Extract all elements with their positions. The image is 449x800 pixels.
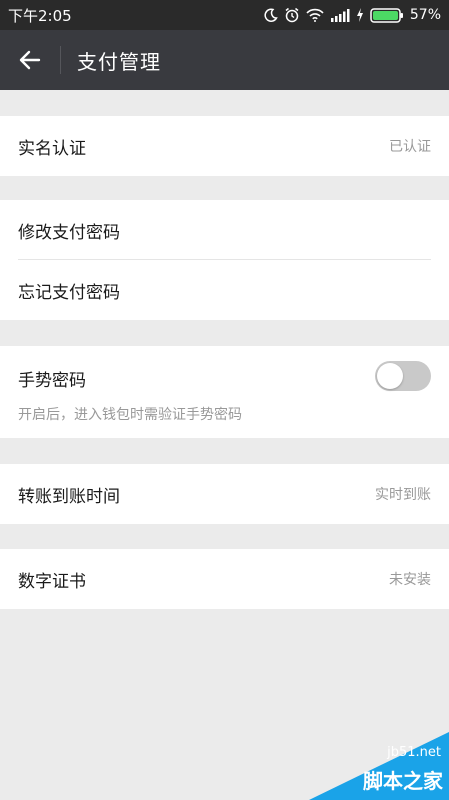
certificate-group: 数字证书 未安装 <box>0 549 449 609</box>
status-time: 下午2:05 <box>8 6 72 25</box>
transfer-value: 实时到账 <box>375 487 431 503</box>
certificate-value: 未安装 <box>389 572 431 588</box>
forgot-password-label: 忘记支付密码 <box>18 282 120 303</box>
watermark: jb51.net 脚本之家 <box>289 730 449 800</box>
transfer-time-item[interactable]: 转账到账时间 实时到账 <box>0 464 449 524</box>
identity-verification-item[interactable]: 实名认证 已认证 <box>0 116 449 176</box>
gesture-password-item: 手势密码 开启后，进入钱包时需验证手势密码 <box>0 346 449 438</box>
toggle-knob <box>377 363 403 389</box>
battery-percent: 57% <box>409 7 441 23</box>
wifi-icon <box>306 8 324 22</box>
gesture-group: 手势密码 开启后，进入钱包时需验证手势密码 <box>0 346 449 438</box>
watermark-name: 脚本之家 <box>363 769 443 793</box>
identity-status: 已认证 <box>389 139 431 155</box>
identity-label: 实名认证 <box>18 138 86 159</box>
modify-password-item[interactable]: 修改支付密码 <box>0 200 449 260</box>
arrow-left-icon <box>19 50 41 70</box>
gesture-label: 手势密码 <box>18 371 86 391</box>
gesture-toggle[interactable] <box>375 361 431 391</box>
moon-icon <box>264 8 278 22</box>
toolbar-divider <box>60 46 61 74</box>
password-group: 修改支付密码 忘记支付密码 <box>0 200 449 320</box>
status-icons: 57% <box>264 7 441 23</box>
battery-icon <box>370 7 403 23</box>
back-button[interactable] <box>0 30 60 90</box>
status-bar: 下午2:05 57% <box>0 0 449 30</box>
identity-group: 实名认证 已认证 <box>0 116 449 176</box>
toolbar: 支付管理 <box>0 30 449 90</box>
transfer-group: 转账到账时间 实时到账 <box>0 464 449 524</box>
transfer-label: 转账到账时间 <box>18 486 120 507</box>
page-title: 支付管理 <box>77 49 161 74</box>
modify-password-label: 修改支付密码 <box>18 222 120 243</box>
certificate-label: 数字证书 <box>18 571 86 592</box>
forgot-password-item[interactable]: 忘记支付密码 <box>0 260 449 320</box>
digital-certificate-item[interactable]: 数字证书 未安装 <box>0 549 449 609</box>
alarm-icon <box>285 7 299 23</box>
gesture-description: 开启后，进入钱包时需验证手势密码 <box>18 407 242 423</box>
signal-icon <box>330 8 350 22</box>
watermark-site: jb51.net <box>387 745 441 760</box>
charging-icon <box>356 8 363 22</box>
